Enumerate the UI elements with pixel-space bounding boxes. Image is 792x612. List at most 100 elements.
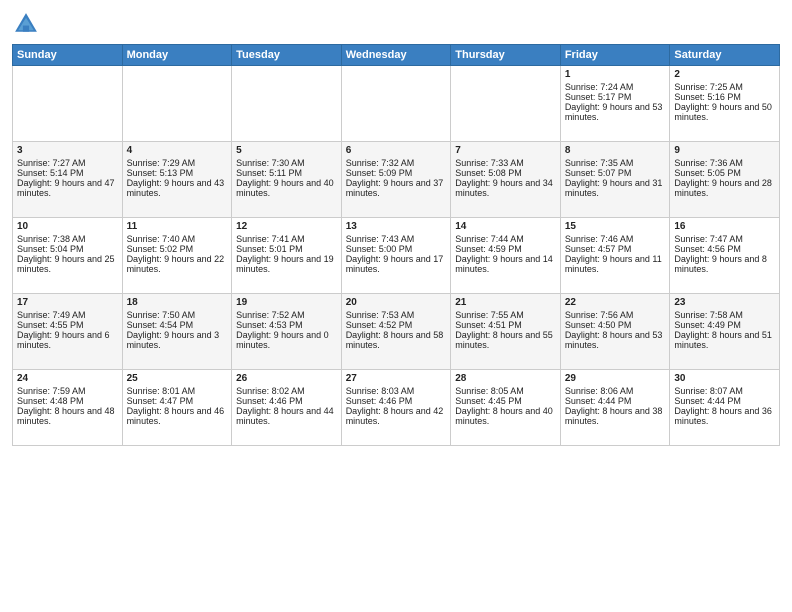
day-info: Sunrise: 8:02 AM [236,386,337,396]
calendar-cell: 1Sunrise: 7:24 AMSunset: 5:17 PMDaylight… [560,66,670,142]
day-info: Sunset: 5:13 PM [127,168,228,178]
day-info: Sunrise: 7:30 AM [236,158,337,168]
day-info: Sunset: 4:56 PM [674,244,775,254]
day-number: 9 [674,145,775,156]
day-number: 11 [127,221,228,232]
day-info: Sunset: 4:46 PM [346,396,447,406]
calendar-cell [13,66,123,142]
day-info: Daylight: 9 hours and 50 minutes. [674,102,775,122]
day-info: Sunset: 4:47 PM [127,396,228,406]
weekday-header-thursday: Thursday [451,45,561,66]
day-number: 23 [674,297,775,308]
day-number: 20 [346,297,447,308]
day-number: 4 [127,145,228,156]
day-info: Sunrise: 7:58 AM [674,310,775,320]
day-info: Sunset: 5:11 PM [236,168,337,178]
day-info: Daylight: 9 hours and 43 minutes. [127,178,228,198]
day-number: 18 [127,297,228,308]
day-info: Sunrise: 7:46 AM [565,234,666,244]
day-info: Sunrise: 7:27 AM [17,158,118,168]
calendar-cell: 29Sunrise: 8:06 AMSunset: 4:44 PMDayligh… [560,370,670,446]
calendar-cell: 5Sunrise: 7:30 AMSunset: 5:11 PMDaylight… [232,142,342,218]
day-number: 29 [565,373,666,384]
day-info: Sunset: 4:55 PM [17,320,118,330]
day-info: Daylight: 9 hours and 0 minutes. [236,330,337,350]
day-info: Daylight: 9 hours and 8 minutes. [674,254,775,274]
day-number: 2 [674,69,775,80]
day-info: Sunrise: 7:32 AM [346,158,447,168]
day-info: Daylight: 9 hours and 37 minutes. [346,178,447,198]
day-info: Daylight: 9 hours and 6 minutes. [17,330,118,350]
day-info: Daylight: 9 hours and 11 minutes. [565,254,666,274]
day-info: Sunset: 5:09 PM [346,168,447,178]
day-info: Daylight: 9 hours and 19 minutes. [236,254,337,274]
calendar-cell: 26Sunrise: 8:02 AMSunset: 4:46 PMDayligh… [232,370,342,446]
day-info: Daylight: 8 hours and 48 minutes. [17,406,118,426]
calendar-cell [451,66,561,142]
day-info: Daylight: 9 hours and 31 minutes. [565,178,666,198]
calendar-cell: 25Sunrise: 8:01 AMSunset: 4:47 PMDayligh… [122,370,232,446]
weekday-header-wednesday: Wednesday [341,45,451,66]
day-number: 7 [455,145,556,156]
day-info: Sunset: 5:07 PM [565,168,666,178]
calendar-cell [122,66,232,142]
day-info: Daylight: 9 hours and 34 minutes. [455,178,556,198]
day-number: 3 [17,145,118,156]
logo-icon [12,10,40,38]
calendar-cell: 23Sunrise: 7:58 AMSunset: 4:49 PMDayligh… [670,294,780,370]
day-info: Daylight: 9 hours and 14 minutes. [455,254,556,274]
weekday-header-sunday: Sunday [13,45,123,66]
day-info: Sunset: 5:05 PM [674,168,775,178]
day-info: Sunrise: 8:03 AM [346,386,447,396]
calendar-cell: 17Sunrise: 7:49 AMSunset: 4:55 PMDayligh… [13,294,123,370]
calendar-body: 1Sunrise: 7:24 AMSunset: 5:17 PMDaylight… [13,66,780,446]
day-number: 28 [455,373,556,384]
day-info: Sunrise: 7:43 AM [346,234,447,244]
day-info: Sunset: 4:50 PM [565,320,666,330]
day-info: Sunset: 5:00 PM [346,244,447,254]
day-info: Daylight: 9 hours and 28 minutes. [674,178,775,198]
calendar-row-3: 10Sunrise: 7:38 AMSunset: 5:04 PMDayligh… [13,218,780,294]
calendar-cell: 4 Sunrise: 7:29 AMSunset: 5:13 PMDaylight… [122,142,232,218]
day-number: 22 [565,297,666,308]
day-info: Sunrise: 8:06 AM [565,386,666,396]
calendar-cell: 3Sunrise: 7:27 AMSunset: 5:14 PMDaylight… [13,142,123,218]
day-number: 17 [17,297,118,308]
day-info: Sunrise: 7:25 AM [674,82,775,92]
calendar-cell: 10Sunrise: 7:38 AMSunset: 5:04 PMDayligh… [13,218,123,294]
calendar-cell: 7Sunrise: 7:33 AMSunset: 5:08 PMDaylight… [451,142,561,218]
calendar-row-2: 3Sunrise: 7:27 AMSunset: 5:14 PMDaylight… [13,142,780,218]
day-info: Sunset: 4:45 PM [455,396,556,406]
day-info: Sunrise: 7:29 AM [127,158,228,168]
day-info: Daylight: 8 hours and 58 minutes. [346,330,447,350]
calendar-cell: 14Sunrise: 7:44 AMSunset: 4:59 PMDayligh… [451,218,561,294]
day-info: Sunset: 4:52 PM [346,320,447,330]
calendar-cell: 19Sunrise: 7:52 AMSunset: 4:53 PMDayligh… [232,294,342,370]
day-info: Sunrise: 7:24 AM [565,82,666,92]
day-info: Sunset: 4:59 PM [455,244,556,254]
calendar-cell: 18Sunrise: 7:50 AMSunset: 4:54 PMDayligh… [122,294,232,370]
day-info: Sunrise: 8:07 AM [674,386,775,396]
day-number: 25 [127,373,228,384]
weekday-header-row: SundayMondayTuesdayWednesdayThursdayFrid… [13,45,780,66]
calendar-cell: 16Sunrise: 7:47 AMSunset: 4:56 PMDayligh… [670,218,780,294]
day-info: Sunset: 5:04 PM [17,244,118,254]
day-info: Sunrise: 7:56 AM [565,310,666,320]
day-info: Sunrise: 7:55 AM [455,310,556,320]
day-info: Sunrise: 7:52 AM [236,310,337,320]
calendar-cell: 6Sunrise: 7:32 AMSunset: 5:09 PMDaylight… [341,142,451,218]
day-number: 26 [236,373,337,384]
day-info: Daylight: 8 hours and 36 minutes. [674,406,775,426]
day-info: Sunset: 4:54 PM [127,320,228,330]
calendar-cell: 2Sunrise: 7:25 AMSunset: 5:16 PMDaylight… [670,66,780,142]
day-info: Daylight: 8 hours and 42 minutes. [346,406,447,426]
calendar-cell: 22Sunrise: 7:56 AMSunset: 4:50 PMDayligh… [560,294,670,370]
calendar-cell [232,66,342,142]
day-info: Daylight: 9 hours and 17 minutes. [346,254,447,274]
calendar-cell: 24Sunrise: 7:59 AMSunset: 4:48 PMDayligh… [13,370,123,446]
day-info: Sunset: 5:01 PM [236,244,337,254]
day-info: Sunset: 4:53 PM [236,320,337,330]
day-info: Sunrise: 7:59 AM [17,386,118,396]
day-info: Daylight: 8 hours and 38 minutes. [565,406,666,426]
calendar-cell: 27Sunrise: 8:03 AMSunset: 4:46 PMDayligh… [341,370,451,446]
